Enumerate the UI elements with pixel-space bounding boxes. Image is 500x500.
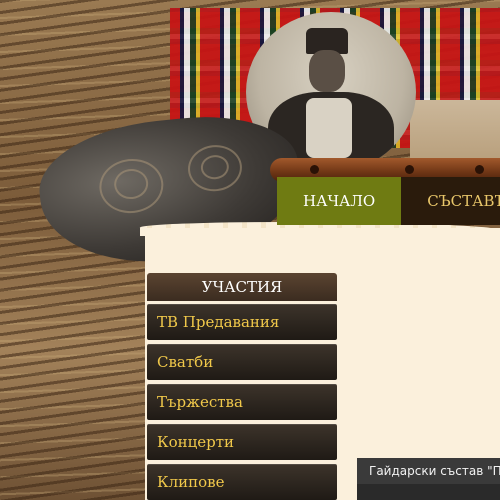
sidebar-item-concerts[interactable]: Концерти xyxy=(147,424,337,460)
nav-item-members[interactable]: СЪСТАВЪТ xyxy=(401,177,500,225)
linen-cloth xyxy=(410,100,500,160)
portrait-face xyxy=(309,50,345,92)
sidebar-menu: УЧАСТИЯ ТВ Предавания Сватби Тържества К… xyxy=(147,273,337,500)
portrait-shirt xyxy=(306,98,352,158)
video-player[interactable] xyxy=(357,484,500,500)
video-title-bar[interactable]: Гайдарски състав "Пе xyxy=(357,458,500,484)
sidebar-item-tv-shows[interactable]: ТВ Предавания xyxy=(147,304,337,340)
nav-item-home[interactable]: НАЧАЛО xyxy=(277,177,402,225)
sidebar-item-clips[interactable]: Клипове xyxy=(147,464,337,500)
pipe-hole xyxy=(405,165,414,174)
pipe-hole xyxy=(475,165,484,174)
sidebar-item-weddings[interactable]: Сватби xyxy=(147,344,337,380)
main-nav: НАЧАЛО СЪСТАВЪТ xyxy=(277,177,500,225)
sidebar-title: УЧАСТИЯ xyxy=(147,273,337,301)
pipe-hole xyxy=(310,165,319,174)
sidebar-item-celebrations[interactable]: Тържества xyxy=(147,384,337,420)
